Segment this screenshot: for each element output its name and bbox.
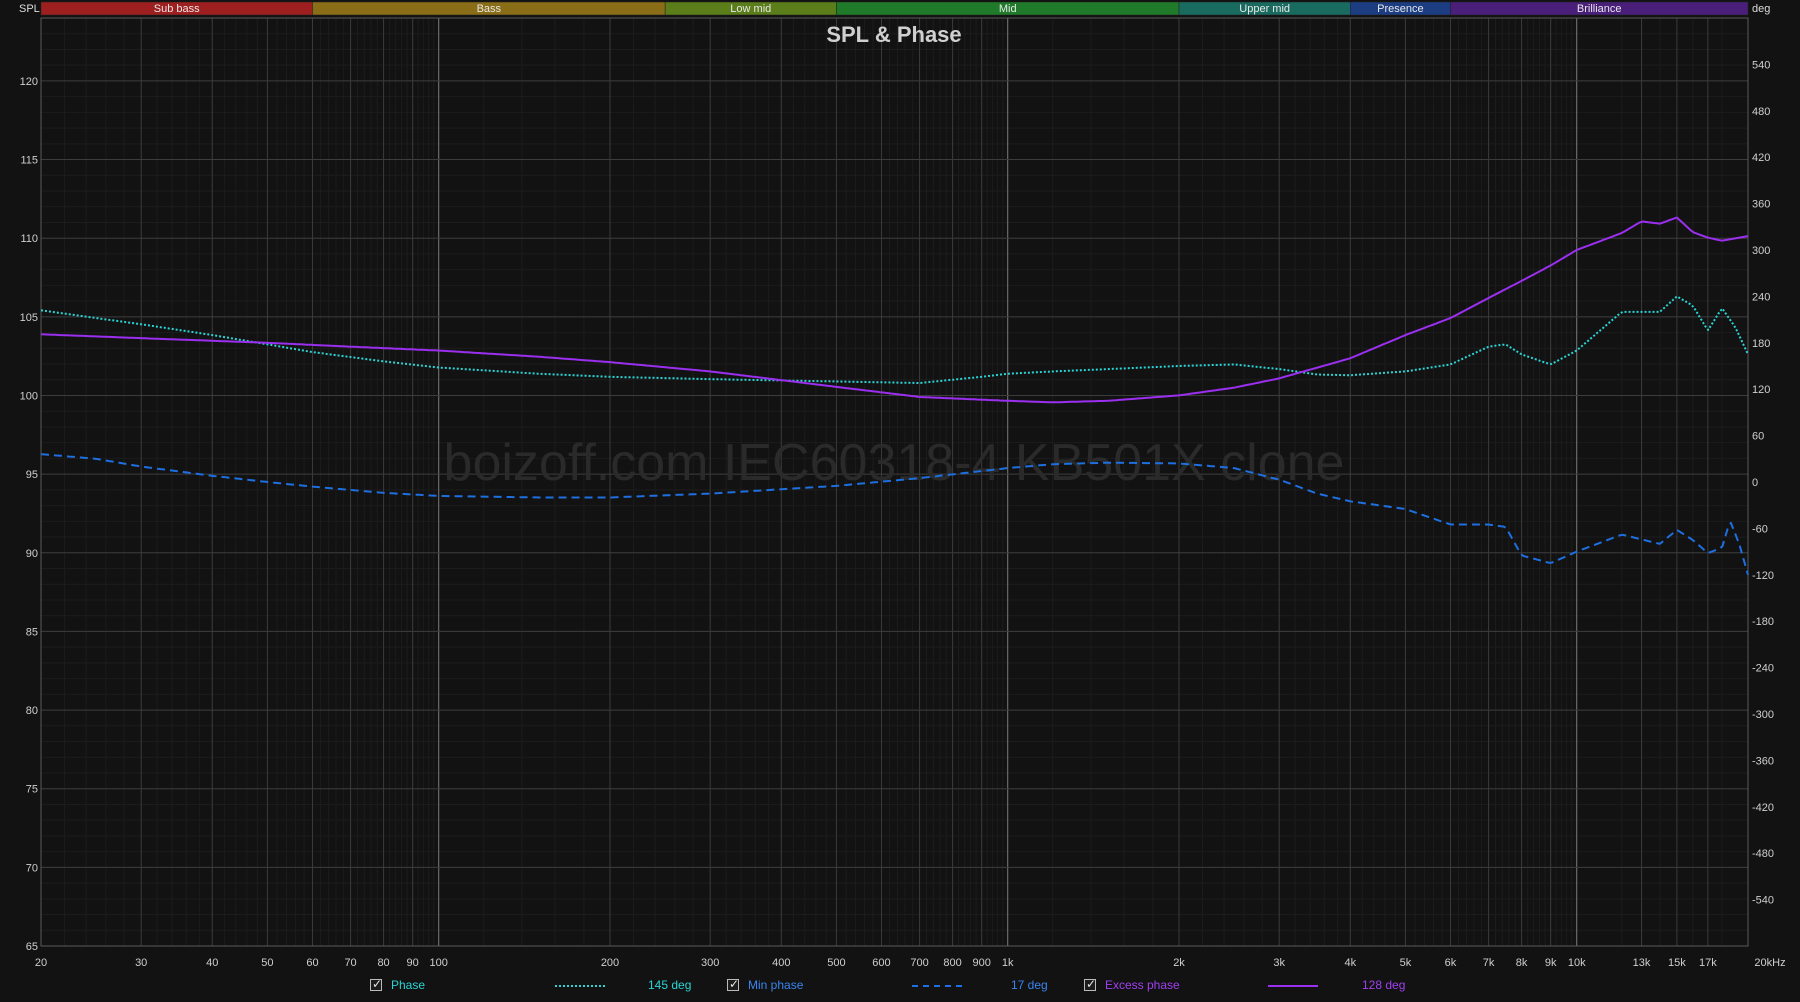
y-tick-left-8: 105	[20, 312, 38, 324]
x-tick-13: 600	[872, 957, 890, 969]
band-label-0: Sub bass	[154, 3, 200, 15]
band-label-5: Presence	[1377, 3, 1423, 15]
x-tick-30: 20kHz	[1754, 957, 1785, 969]
legend-sample-excess-phase	[1268, 985, 1318, 987]
y-tick-left-1: 70	[26, 862, 38, 874]
x-tick-18: 2k	[1173, 957, 1185, 969]
legend-value-excess-phase: 128 deg	[1362, 978, 1406, 992]
x-tick-28: 15k	[1668, 957, 1686, 969]
x-tick-19: 3k	[1273, 957, 1285, 969]
y-tick-right-0: 540	[1752, 59, 1770, 71]
legend-sample-phase	[555, 985, 605, 987]
y-tick-right-2: 420	[1752, 152, 1770, 164]
y-tick-left-0: 65	[26, 941, 38, 953]
y-tick-right-11: -120	[1752, 570, 1774, 582]
y-tick-right-18: -540	[1752, 895, 1774, 907]
y-tick-right-1: 480	[1752, 106, 1770, 118]
x-tick-5: 70	[344, 957, 356, 969]
x-tick-15: 800	[943, 957, 961, 969]
legend-value-phase: 145 deg	[648, 978, 692, 992]
x-tick-0: 20	[35, 957, 47, 969]
x-tick-22: 6k	[1445, 957, 1457, 969]
y-tick-right-4: 300	[1752, 245, 1770, 257]
legend-value-min-phase: 17 deg	[1011, 978, 1048, 992]
x-tick-20: 4k	[1344, 957, 1356, 969]
legend-item-excess-phase[interactable]: Excess phase	[1084, 977, 1180, 992]
legend-label-min-phase: Min phase	[748, 978, 804, 992]
x-tick-2: 40	[206, 957, 218, 969]
x-tick-9: 200	[601, 957, 619, 969]
y-tick-left-6: 95	[26, 469, 38, 481]
x-tick-16: 900	[972, 957, 990, 969]
band-label-4: Upper mid	[1239, 3, 1290, 15]
x-tick-8: 100	[430, 957, 448, 969]
legend-item-phase[interactable]: Phase	[370, 977, 426, 992]
y-axis-left-label: SPL	[19, 3, 40, 15]
x-tick-24: 8k	[1516, 957, 1528, 969]
y-tick-right-15: -360	[1752, 755, 1774, 767]
y-tick-left-9: 110	[20, 233, 38, 245]
y-tick-right-14: -300	[1752, 709, 1774, 721]
x-tick-27: 13k	[1633, 957, 1651, 969]
y-tick-right-9: 0	[1752, 477, 1758, 489]
band-label-1: Bass	[477, 3, 502, 15]
y-tick-right-12: -180	[1752, 616, 1774, 628]
y-tick-right-6: 180	[1752, 338, 1770, 350]
y-tick-right-16: -420	[1752, 802, 1774, 814]
y-tick-left-4: 85	[26, 626, 38, 638]
legend-label-phase: Phase	[391, 978, 426, 992]
phase-checkbox[interactable]	[370, 977, 382, 991]
y-tick-left-3: 80	[26, 705, 38, 717]
legend: Phase 145 deg Min phase 17 deg Excess ph…	[0, 972, 1800, 1000]
x-tick-29: 17k	[1699, 957, 1717, 969]
x-tick-14: 700	[910, 957, 928, 969]
y-axis-right-label: deg	[1752, 3, 1770, 15]
y-tick-right-7: 120	[1752, 384, 1770, 396]
excess-phase-checkbox[interactable]	[1084, 977, 1096, 991]
x-tick-7: 90	[407, 957, 419, 969]
x-tick-17: 1k	[1002, 957, 1014, 969]
legend-sample-min-phase	[912, 985, 962, 987]
y-tick-right-13: -240	[1752, 663, 1774, 675]
x-tick-26: 10k	[1568, 957, 1586, 969]
watermark: boizoff.com IEC60318-4 KB501X clone	[444, 434, 1345, 492]
y-tick-left-11: 120	[20, 76, 38, 88]
y-tick-right-5: 240	[1752, 291, 1770, 303]
legend-item-min-phase[interactable]: Min phase	[727, 977, 804, 992]
y-tick-left-5: 90	[26, 548, 38, 560]
y-tick-right-10: -60	[1752, 523, 1768, 535]
y-tick-right-17: -480	[1752, 848, 1774, 860]
x-tick-6: 80	[377, 957, 389, 969]
min-phase-checkbox[interactable]	[727, 977, 739, 991]
y-tick-left-10: 115	[20, 155, 38, 167]
x-tick-21: 5k	[1400, 957, 1412, 969]
band-label-3: Mid	[999, 3, 1017, 15]
x-tick-25: 9k	[1545, 957, 1557, 969]
y-tick-right-8: 60	[1752, 431, 1764, 443]
band-label-2: Low mid	[730, 3, 771, 15]
y-tick-left-2: 75	[26, 784, 38, 796]
x-tick-4: 60	[306, 957, 318, 969]
x-tick-11: 400	[772, 957, 790, 969]
y-tick-left-7: 100	[20, 390, 38, 402]
legend-label-excess-phase: Excess phase	[1105, 978, 1180, 992]
chart-title: SPL & Phase	[826, 22, 961, 47]
x-tick-12: 500	[827, 957, 845, 969]
x-tick-1: 30	[135, 957, 147, 969]
x-tick-10: 300	[701, 957, 719, 969]
x-tick-23: 7k	[1483, 957, 1495, 969]
y-tick-right-3: 360	[1752, 199, 1770, 211]
x-tick-3: 50	[261, 957, 273, 969]
band-label-6: Brilliance	[1577, 3, 1622, 15]
spl-phase-chart: Sub bass Bass Low mid Mid Upper mid Presence B…	[0, 0, 1800, 972]
frequency-bands: Sub bass Bass Low mid Mid Upper mid Presence B…	[40, 1, 1749, 16]
